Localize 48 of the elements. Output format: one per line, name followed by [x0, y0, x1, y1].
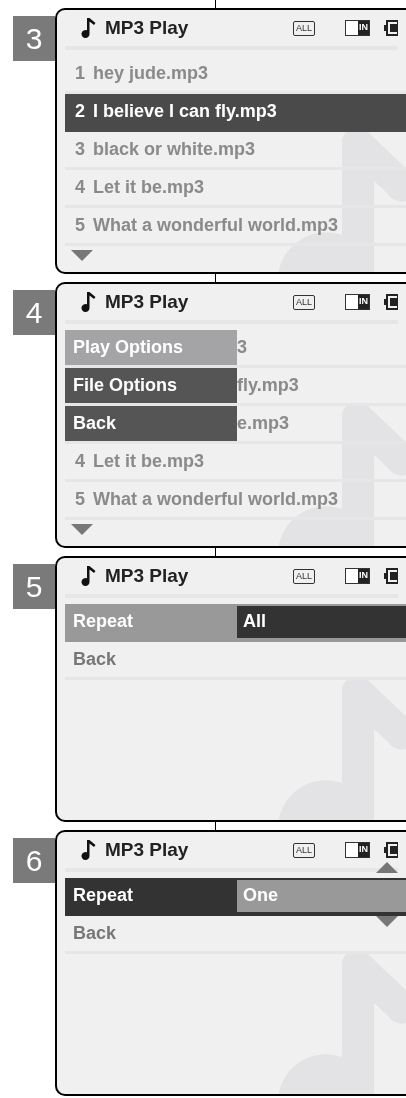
menu-item[interactable]: Back: [65, 406, 237, 441]
settings-row[interactable]: Repeat All: [65, 604, 406, 642]
internal-memory-icon: IN: [345, 20, 370, 36]
menu-item[interactable]: File Options: [65, 368, 237, 403]
internal-memory-icon: IN: [345, 842, 370, 858]
file-list-item[interactable]: 2 I believe I can fly.mp3: [65, 94, 406, 132]
settings-row[interactable]: Repeat One: [65, 878, 406, 916]
file-name: fly.mp3: [237, 374, 299, 397]
setting-label: Back: [72, 648, 118, 671]
step-number: 4: [13, 290, 55, 335]
music-note-icon: [81, 291, 97, 313]
screen-title: MP3 Play: [105, 15, 189, 40]
step-number: 5: [13, 564, 55, 609]
file-list-item[interactable]: 5 What a wonderful world.mp3: [65, 482, 406, 520]
internal-memory-icon: IN: [345, 568, 370, 584]
setting-value[interactable]: One: [237, 879, 406, 912]
screen-title: MP3 Play: [105, 563, 189, 588]
repeat-mode-icon: ALL: [293, 20, 315, 36]
screen-title: MP3 Play: [105, 837, 189, 862]
repeat-mode-icon: ALL: [293, 842, 315, 858]
file-list-item[interactable]: 4 Let it be.mp3: [65, 444, 406, 482]
step-number: 3: [13, 16, 55, 61]
battery-icon: [384, 842, 398, 858]
down-arrow-icon: [376, 916, 398, 927]
battery-icon: [384, 568, 398, 584]
repeat-mode-icon: ALL: [293, 294, 315, 310]
settings-row[interactable]: Back: [65, 916, 406, 954]
repeat-mode-icon: ALL: [293, 568, 315, 584]
file-list-item[interactable]: 5 What a wonderful world.mp3: [65, 208, 406, 246]
screen-title: MP3 Play: [105, 289, 189, 314]
menu-item[interactable]: Play Options: [65, 330, 237, 365]
setting-value[interactable]: All: [237, 605, 406, 638]
settings-row[interactable]: Back: [65, 642, 406, 680]
setting-label: Back: [72, 922, 118, 945]
battery-icon: [384, 20, 398, 36]
setting-label: Repeat: [72, 610, 135, 633]
step-number: 6: [13, 838, 55, 883]
setting-label: Repeat: [72, 884, 135, 907]
music-note-icon: [81, 565, 97, 587]
file-name: e.mp3: [237, 412, 290, 435]
file-list-item[interactable]: 4 Let it be.mp3: [65, 170, 406, 208]
battery-icon: [384, 294, 398, 310]
file-list-item[interactable]: 3 black or white.mp3: [65, 132, 406, 170]
internal-memory-icon: IN: [345, 294, 370, 310]
music-note-icon: [81, 17, 97, 39]
music-note-icon: [81, 839, 97, 861]
up-arrow-icon: [376, 862, 398, 873]
file-name: 3: [237, 336, 247, 359]
